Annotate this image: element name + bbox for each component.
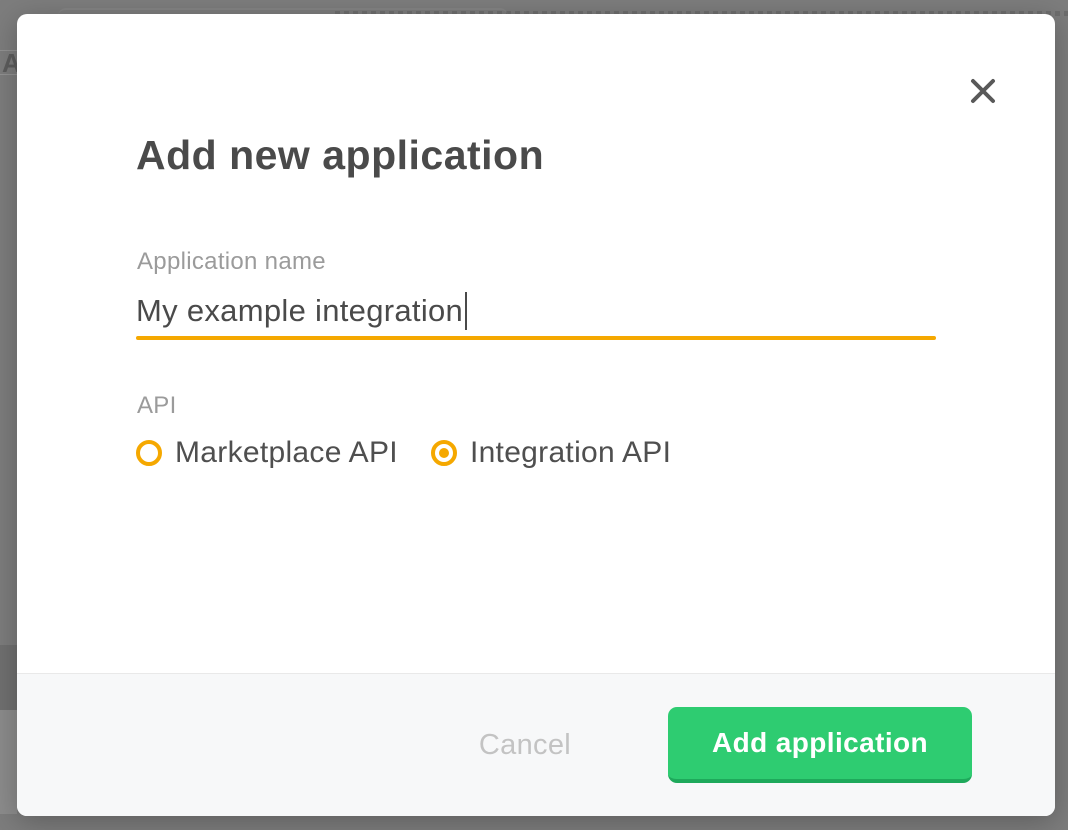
close-icon xyxy=(969,77,997,105)
radio-label: Marketplace API xyxy=(175,436,398,470)
api-radio-group: Marketplace API Integration API xyxy=(136,436,671,470)
application-name-input[interactable]: My example integration xyxy=(136,286,936,336)
radio-integration-api[interactable]: Integration API xyxy=(431,436,671,470)
application-name-label: Application name xyxy=(137,248,326,276)
backdrop-field-edge-bottom xyxy=(0,74,17,75)
dialog-footer: Cancel Add application xyxy=(17,673,1055,816)
api-label: API xyxy=(137,392,177,420)
backdrop-dark-band xyxy=(0,645,17,710)
backdrop-field-edge-top xyxy=(0,50,17,51)
radio-circle-icon xyxy=(431,440,457,466)
text-cursor xyxy=(465,292,467,330)
add-application-button[interactable]: Add application xyxy=(668,707,972,783)
radio-circle-icon xyxy=(136,440,162,466)
add-application-dialog: Add new application Application name My … xyxy=(17,14,1055,816)
close-button[interactable] xyxy=(968,76,998,106)
dialog-title: Add new application xyxy=(136,132,544,179)
backdrop-light-band xyxy=(0,710,17,814)
radio-label: Integration API xyxy=(470,436,671,470)
application-name-value: My example integration xyxy=(136,293,463,329)
cancel-button[interactable]: Cancel xyxy=(479,729,571,762)
radio-marketplace-api[interactable]: Marketplace API xyxy=(136,436,398,470)
input-underline xyxy=(136,336,936,340)
